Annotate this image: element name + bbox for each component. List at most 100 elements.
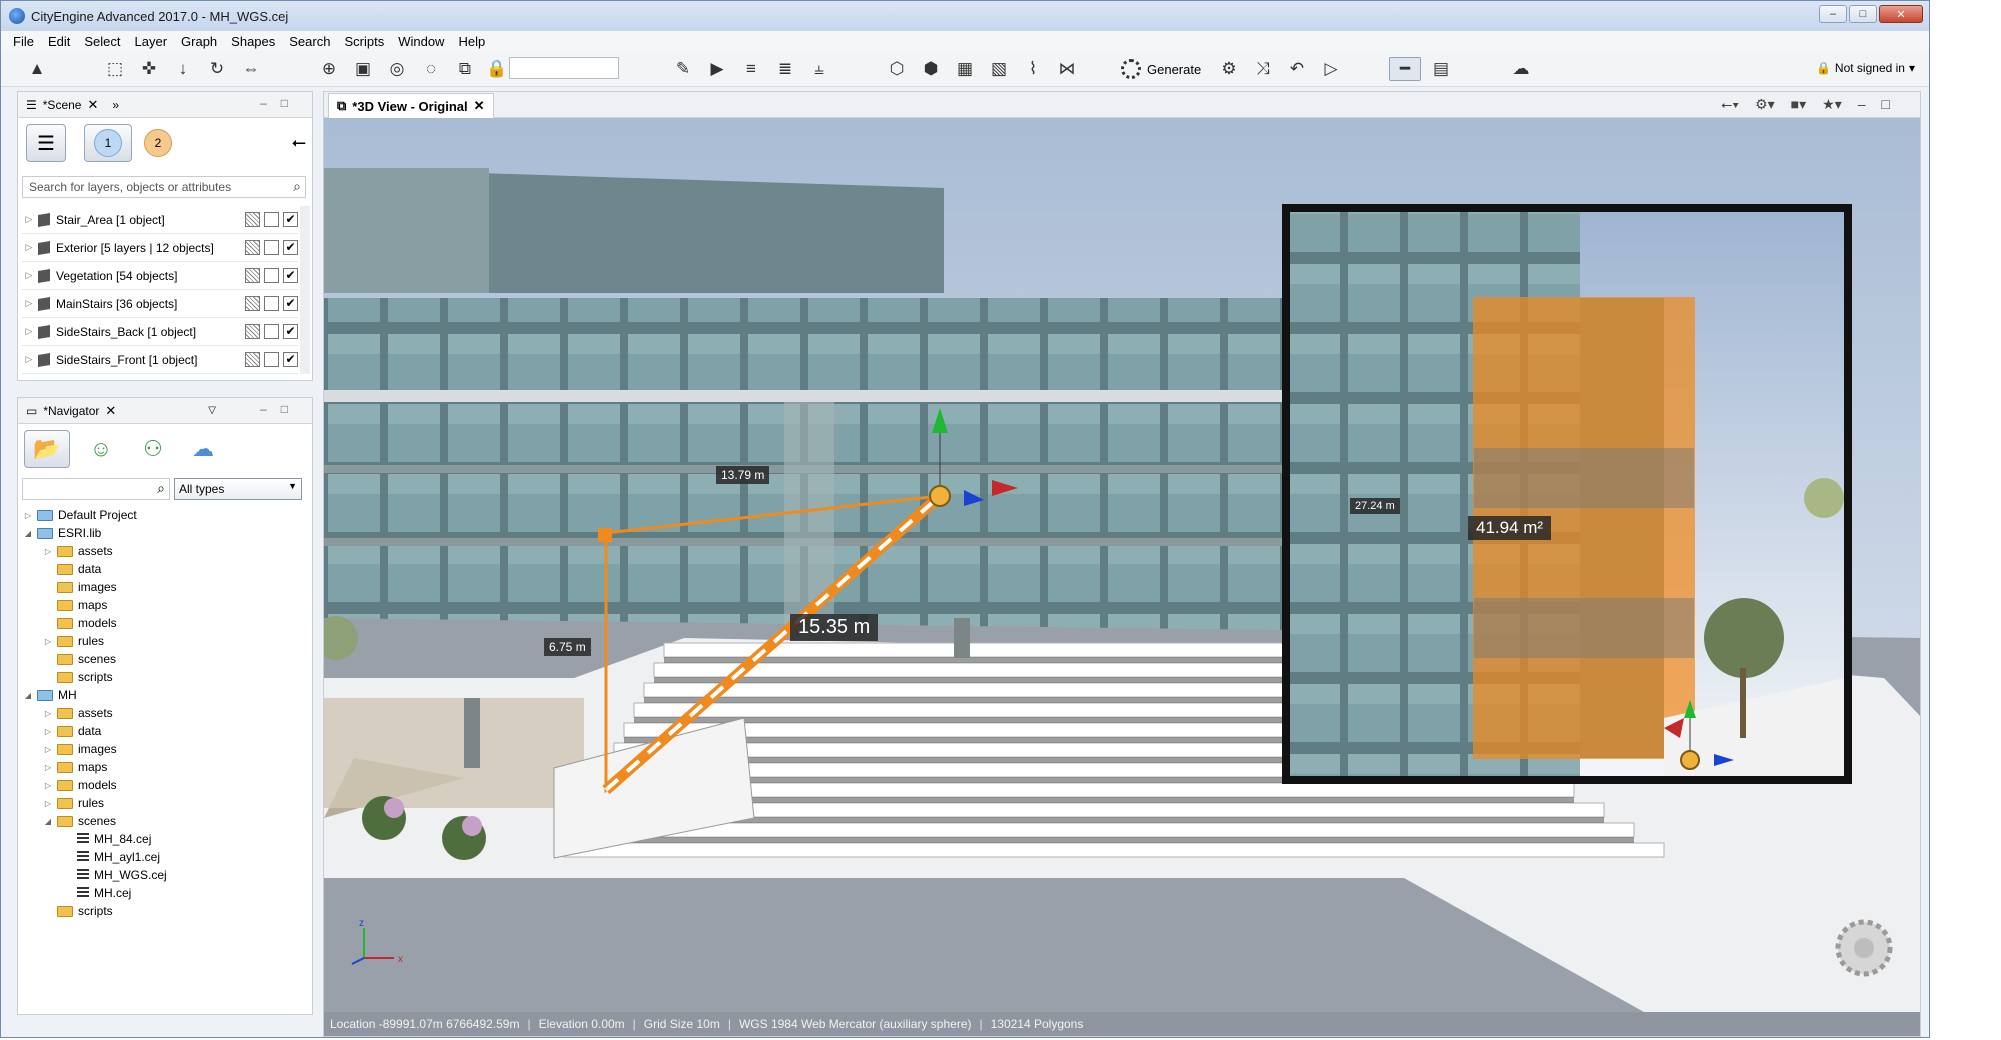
layer-list-scrollbar[interactable] xyxy=(300,206,310,374)
lock-toggle[interactable] xyxy=(245,240,260,255)
undo-icon[interactable]: ↶ xyxy=(1285,57,1309,81)
tree-item[interactable]: images xyxy=(22,578,302,596)
pointer-icon[interactable]: ▷ xyxy=(1319,57,1343,81)
close-icon[interactable]: ✕ xyxy=(87,97,98,113)
scene-search-input[interactable]: Search for layers, objects or attributes… xyxy=(22,176,306,198)
tree-toggle-icon[interactable]: ◢ xyxy=(22,529,34,538)
cube-icon[interactable]: ▧ xyxy=(987,57,1011,81)
menu-search[interactable]: Search xyxy=(289,34,330,49)
tree-item[interactable]: ▷ rules xyxy=(22,632,302,650)
menu-layer[interactable]: Layer xyxy=(135,34,168,49)
street-tool-icon[interactable]: ▶ xyxy=(705,57,729,81)
tree-toggle-icon[interactable]: ▷ xyxy=(42,781,54,790)
menu-graph[interactable]: Graph xyxy=(181,34,217,49)
tree-item[interactable]: MH_WGS.cej xyxy=(22,866,302,884)
menu-file[interactable]: File xyxy=(13,34,34,49)
compass-icon[interactable] xyxy=(1835,919,1893,977)
navigator-search-input[interactable]: ⌕ xyxy=(22,478,170,500)
visibility-checkbox[interactable]: ✔ xyxy=(283,268,298,283)
measure-distance-icon[interactable]: ━ xyxy=(1389,57,1421,81)
select-tool-icon[interactable]: ▲ xyxy=(25,57,49,81)
maximize-button[interactable]: □ xyxy=(1849,5,1877,23)
orbit-tool-icon[interactable]: ◎ xyxy=(385,57,409,81)
tree-item[interactable]: data xyxy=(22,560,302,578)
lock-toggle[interactable] xyxy=(245,296,260,311)
tree-item[interactable]: scripts xyxy=(22,902,302,920)
paint-tool-icon[interactable]: ▣ xyxy=(351,57,375,81)
frame-select-icon[interactable]: ⬚ xyxy=(103,57,127,81)
tree-toggle-icon[interactable]: ▷ xyxy=(22,511,34,520)
type-filter-select[interactable]: All types ▼ xyxy=(174,478,302,500)
tree-item[interactable]: maps xyxy=(22,596,302,614)
cube-edit-icon[interactable]: ⬢ xyxy=(919,57,943,81)
expand-icon[interactable]: ▷ xyxy=(22,242,36,253)
tree-item[interactable]: ▷ images xyxy=(22,740,302,758)
layer-row[interactable]: ▷ SideStairs_Front [1 object] ✔ xyxy=(22,346,298,374)
search-icon[interactable]: ⌕ xyxy=(157,480,165,497)
minimize-view-icon[interactable]: – xyxy=(1858,96,1866,113)
tree-item[interactable]: ▷ Default Project xyxy=(22,506,302,524)
drop-tool-icon[interactable]: ↓ xyxy=(171,57,195,81)
polygon-tool-icon[interactable]: ≡ xyxy=(739,57,763,81)
bookmark-2-button[interactable]: 2 xyxy=(144,129,172,157)
menu-select[interactable]: Select xyxy=(84,34,120,49)
tree-toggle-icon[interactable]: ▷ xyxy=(42,727,54,736)
select-toggle[interactable] xyxy=(264,240,279,255)
tree-toggle-icon[interactable]: ▷ xyxy=(42,763,54,772)
share-icon[interactable]: ⭠ xyxy=(292,132,306,153)
menu-window[interactable]: Window xyxy=(398,34,444,49)
bookmark-1-button[interactable]: 1 xyxy=(84,124,132,162)
tree-item[interactable]: ▷ assets xyxy=(22,704,302,722)
layers-view-button[interactable]: ☰ xyxy=(26,124,66,162)
close-icon[interactable]: ✕ xyxy=(105,403,116,419)
expand-icon[interactable]: ▷ xyxy=(22,270,36,281)
tree-item[interactable]: ◢ ESRI.lib xyxy=(22,524,302,542)
cube-add-icon[interactable]: ⬡ xyxy=(885,57,909,81)
tree-item[interactable]: models xyxy=(22,614,302,632)
layer-row[interactable]: ▷ Stair_Area [1 object] ✔ xyxy=(22,206,298,234)
terrain-tool-icon[interactable]: ⋈ xyxy=(1055,57,1079,81)
tree-item[interactable]: ▷ assets xyxy=(22,542,302,560)
tree-item[interactable]: ◢ scenes xyxy=(22,812,302,830)
panel-minmax[interactable]: –□ xyxy=(260,402,302,416)
tree-item[interactable]: MH_ayl1.cej xyxy=(22,848,302,866)
layer-row[interactable]: ▷ Exterior [5 layers | 12 objects] ✔ xyxy=(22,234,298,262)
pencil-tool-icon[interactable]: ✎ xyxy=(671,57,695,81)
tree-item[interactable]: ▷ models xyxy=(22,776,302,794)
tree-toggle-icon[interactable]: ◢ xyxy=(42,817,54,826)
groups-button[interactable]: ⚇ xyxy=(130,430,176,468)
select-toggle[interactable] xyxy=(264,268,279,283)
tab-3d-view[interactable]: ⧉ *3D View - Original ✕ xyxy=(328,93,494,118)
shape-tool-icon[interactable]: ⌇ xyxy=(1021,57,1045,81)
expand-icon[interactable]: ▷ xyxy=(22,298,36,309)
visibility-checkbox[interactable]: ✔ xyxy=(283,324,298,339)
shuffle-icon[interactable]: ⤨ xyxy=(1251,57,1275,81)
world-tool-icon[interactable]: ◌ xyxy=(419,57,443,81)
weather-icon[interactable]: ☁ xyxy=(1509,57,1533,81)
layer-row[interactable]: ▷ MainStairs [36 objects] ✔ xyxy=(22,290,298,318)
lock-toggle[interactable] xyxy=(245,212,260,227)
copy-tool-icon[interactable]: ⧉ xyxy=(453,57,477,81)
edit-tool-icon[interactable]: ⫨ xyxy=(807,57,831,81)
layer-row[interactable]: ▷ SideStairs_Back [1 object] ✔ xyxy=(22,318,298,346)
portal-button[interactable]: ☁ xyxy=(180,430,226,468)
tree-toggle-icon[interactable]: ▷ xyxy=(42,799,54,808)
tree-toggle-icon[interactable]: ▷ xyxy=(42,745,54,754)
overflow-icon[interactable]: » xyxy=(112,98,119,112)
tree-item[interactable]: scripts xyxy=(22,668,302,686)
select-toggle[interactable] xyxy=(264,212,279,227)
3d-viewport[interactable]: z x 13.79 m 6.75 m 15.35 m 27.24 m 41.94… xyxy=(324,118,1920,1012)
tree-item[interactable]: ▷ rules xyxy=(22,794,302,812)
camera-icon[interactable]: ■▾ xyxy=(1791,96,1806,113)
close-button[interactable]: ✕ xyxy=(1879,5,1923,23)
tree-toggle-icon[interactable]: ▷ xyxy=(42,637,54,646)
close-icon[interactable]: ✕ xyxy=(474,98,485,114)
lock-toggle[interactable] xyxy=(245,268,260,283)
tree-toggle-icon[interactable]: ▷ xyxy=(42,709,54,718)
sign-in-status[interactable]: 🔒 Not signed in ▾ xyxy=(1816,61,1915,75)
scene-tab[interactable]: ☰ *Scene ✕ » –□ xyxy=(18,92,312,118)
visibility-checkbox[interactable]: ✔ xyxy=(283,212,298,227)
view-settings-icon[interactable]: ⚙▾ xyxy=(1755,96,1775,113)
cga-icon[interactable]: ⚙ xyxy=(1217,57,1241,81)
select-toggle[interactable] xyxy=(264,352,279,367)
